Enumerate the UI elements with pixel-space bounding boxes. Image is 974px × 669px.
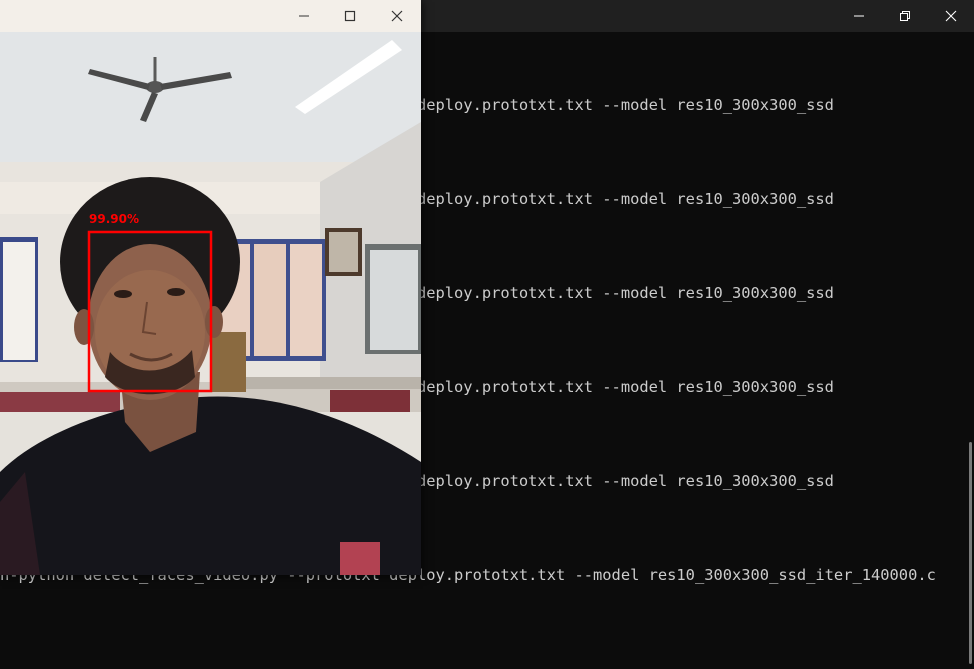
camera-close-button[interactable] [374,0,420,32]
terminal-scrollbar[interactable] [969,442,972,664]
confidence-label: 99.90% [89,212,139,226]
camera-minimize-button[interactable] [281,0,327,32]
camera-frame: 99.90% [0,32,421,575]
minimize-icon [854,15,864,17]
camera-maximize-button[interactable] [327,0,373,32]
webcam-image [0,32,421,575]
camera-titlebar[interactable] [0,0,421,32]
minimize-icon [299,15,309,17]
camera-window: 99.90% [0,0,421,575]
terminal-close-button[interactable] [928,0,974,32]
restore-icon [900,11,910,21]
close-icon [945,10,957,22]
close-icon [391,10,403,22]
terminal-restore-button[interactable] [882,0,928,32]
maximize-icon [344,10,356,22]
terminal-minimize-button[interactable] [836,0,882,32]
